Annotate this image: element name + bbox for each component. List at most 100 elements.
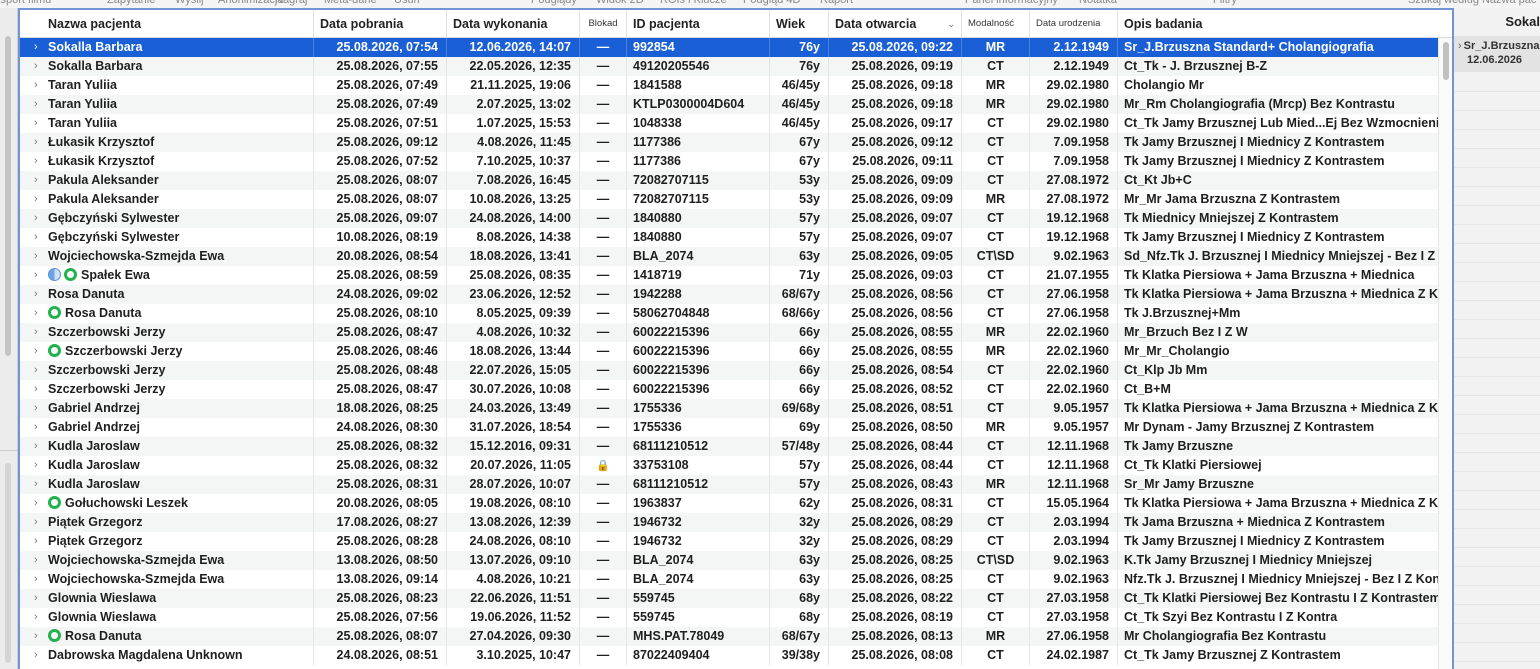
cell-patient-id: 1963837 xyxy=(627,494,770,513)
cell-patient-name: Gębczyński Sylwester xyxy=(20,228,314,247)
cell-opened-date: 25.08.2026, 09:22 xyxy=(829,38,962,57)
table-row[interactable]: › Gębczyński Sylwester 25.08.2026, 09:07 24… xyxy=(20,209,1438,228)
toolbar-item[interactable]: Raport xyxy=(820,0,853,6)
cell-performed-date: 7.08.2026, 16:45 xyxy=(447,171,580,190)
cell-patient-id: 72082707115 xyxy=(627,171,770,190)
cell-performed-date: 28.07.2026, 10:07 xyxy=(447,475,580,494)
toolbar-item[interactable]: Szukaj według Nazwa pac xyxy=(1408,0,1536,6)
toolbar-item[interactable]: Nagraj xyxy=(275,0,307,6)
toolbar-item[interactable]: Podglądy xyxy=(531,0,577,6)
table-row[interactable]: › Rosa Danuta 25.08.2026, 08:10 8.05.2025, … xyxy=(20,304,1438,323)
cell-birth-date: 27.03.1958 xyxy=(1030,608,1118,627)
toolbar-item[interactable]: Widok 2D xyxy=(596,0,644,6)
column-header-patient-id[interactable]: ID pacjenta xyxy=(627,10,770,38)
table-row[interactable]: › Kudla Jaroslaw 25.08.2026, 08:32 20.07.20… xyxy=(20,456,1438,475)
toolbar-item[interactable]: Notatka xyxy=(1079,0,1117,6)
table-row[interactable]: › Taran Yuliia 25.08.2026, 07:49 21.11.2025… xyxy=(20,76,1438,95)
divider xyxy=(1454,585,1540,586)
toolbar-item[interactable]: Panel informacyjny xyxy=(965,0,1058,6)
cell-opened-date: 25.08.2026, 09:07 xyxy=(829,228,962,247)
toolbar-item[interactable]: Podgląd 4D xyxy=(743,0,801,6)
lock-icon[interactable]: 🔒 xyxy=(596,460,610,472)
column-header-acquired[interactable]: Data pobrania xyxy=(314,10,447,38)
cell-age: 76y xyxy=(770,38,829,57)
column-header-modality[interactable]: Modalność xyxy=(962,10,1030,38)
toolbar-item[interactable]: Wyślij xyxy=(175,0,204,6)
cell-modality: CT xyxy=(962,133,1030,152)
column-header-age[interactable]: Wiek xyxy=(770,10,829,38)
scrollbar-thumb[interactable] xyxy=(1443,42,1449,80)
table-row[interactable]: › Łukasik Krzysztof 25.08.2026, 07:52 7.10.… xyxy=(20,152,1438,171)
table-row[interactable]: › Wojciechowska-Szmejda Ewa 13.08.2026, 09… xyxy=(20,570,1438,589)
column-header-birth[interactable]: Data urodzenia xyxy=(1030,10,1118,38)
toolbar-item[interactable]: Zapytanie xyxy=(107,0,155,6)
table-row[interactable]: › Rosa Danuta 24.08.2026, 09:02 23.06.2026,… xyxy=(20,285,1438,304)
cell-description: Ct_Klp Jb Mm xyxy=(1124,363,1208,377)
toolbar-item[interactable]: Filtry xyxy=(1213,0,1237,6)
column-header-description[interactable]: Opis badania xyxy=(1118,10,1438,38)
table-row[interactable]: › Taran Yuliia 25.08.2026, 07:51 1.07.2025,… xyxy=(20,114,1438,133)
table-row[interactable]: › Kudla Jaroslaw 25.08.2026, 08:32 15.12.20… xyxy=(20,437,1438,456)
table-row[interactable]: › Pakula Aleksander 25.08.2026, 08:07 7.08.… xyxy=(20,171,1438,190)
cell-locked: — xyxy=(580,133,627,152)
table-row[interactable]: › Łukasik Krzysztof 25.08.2026, 09:12 4.08.… xyxy=(20,133,1438,152)
table-row[interactable]: › Szczerbowski Jerzy 25.08.2026, 08:47 4.08… xyxy=(20,323,1438,342)
cell-patient-id: 68111210512 xyxy=(627,437,770,456)
toolbar-item[interactable]: Usuń xyxy=(394,0,420,6)
table-row[interactable]: › Taran Yuliia 25.08.2026, 07:49 2.07.2025,… xyxy=(20,95,1438,114)
column-header-name[interactable]: Nazwa pacjenta xyxy=(20,10,314,38)
divider xyxy=(1454,338,1540,339)
table-row[interactable]: › Gębczyński Sylwester 10.08.2026, 08:19 8.… xyxy=(20,228,1438,247)
toolbar-item[interactable]: ksport filmu xyxy=(0,0,51,6)
table-scrollbar[interactable] xyxy=(1438,38,1452,669)
column-header-performed[interactable]: Data wykonania xyxy=(447,10,580,38)
table-row[interactable]: › Szczerbowski Jerzy 25.08.2026, 08:48 22.0… xyxy=(20,361,1438,380)
cell-locked: — xyxy=(580,171,627,190)
cell-acquired-date: 25.08.2026, 08:07 xyxy=(314,627,447,646)
cell-performed-date: 19.06.2026, 11:52 xyxy=(447,608,580,627)
cell-opened-date: 25.08.2026, 08:56 xyxy=(829,285,962,304)
table-row[interactable]: › Szczerbowski Jerzy 25.08.2026, 08:46 18.0… xyxy=(20,342,1438,361)
table-row[interactable]: › Wojciechowska-Szmejda Ewa 13.08.2026, 08… xyxy=(20,551,1438,570)
cell-description: Mr_Mr Jama Brzuszna Z Kontrastem xyxy=(1124,192,1341,206)
toolbar-item[interactable]: Meta-dane xyxy=(324,0,377,6)
sidebar-scrollbar-lower[interactable] xyxy=(5,463,11,663)
cell-acquired-date: 20.08.2026, 08:05 xyxy=(314,494,447,513)
cell-description: Mr Cholangiografia Bez Kontrastu xyxy=(1124,629,1327,643)
table-row[interactable]: › Wojciechowska-Szmejda Ewa 20.08.2026, 08… xyxy=(20,247,1438,266)
table-row[interactable]: › Rosa Danuta 25.08.2026, 08:07 27.04.2026,… xyxy=(20,627,1438,646)
cell-performed-date: 27.04.2026, 09:30 xyxy=(447,627,580,646)
table-row[interactable]: › Dabrowska Magdalena Unknown 24.08.2026, … xyxy=(20,646,1438,665)
cell-birth-date: 2.12.1949 xyxy=(1030,57,1118,76)
divider xyxy=(1454,566,1540,567)
patient-name-text: Taran Yuliia xyxy=(48,97,118,111)
table-row[interactable]: › Gabriel Andrzej 24.08.2026, 08:30 31.07.2… xyxy=(20,418,1438,437)
cell-performed-date: 19.08.2026, 08:10 xyxy=(447,494,580,513)
cell-locked: — xyxy=(580,247,627,266)
table-row[interactable]: › Glownia Wieslawa 25.08.2026, 07:56 19.06.… xyxy=(20,608,1438,627)
cell-performed-date: 24.03.2026, 13:49 xyxy=(447,399,580,418)
table-row[interactable]: › Pakula Aleksander 25.08.2026, 08:07 10.08… xyxy=(20,190,1438,209)
column-header-locked[interactable]: Blokad xyxy=(580,10,627,38)
cell-performed-date: 4.08.2026, 10:21 xyxy=(447,570,580,589)
preview-list-item[interactable]: › Sr_J.Brzuszna 12.06.2026 xyxy=(1454,36,1540,72)
table-row[interactable]: › Gabriel Andrzej 18.08.2026, 08:25 24.03.2… xyxy=(20,399,1438,418)
table-row[interactable]: › Szczerbowski Jerzy 25.08.2026, 08:47 30.0… xyxy=(20,380,1438,399)
table-row[interactable]: › Gołuchowski Leszek 20.08.2026, 08:05 19.0… xyxy=(20,494,1438,513)
table-row[interactable]: › Kudla Jaroslaw 25.08.2026, 08:31 28.07.20… xyxy=(20,475,1438,494)
cell-patient-name: Sokalla Barbara xyxy=(20,38,314,57)
toolbar-item[interactable]: ROIs i Klucze xyxy=(660,0,727,6)
sidebar-scrollbar[interactable] xyxy=(5,36,11,356)
table-row[interactable]: › Spałek Ewa 25.08.2026, 08:59 25.08.2026, … xyxy=(20,266,1438,285)
cell-locked: — xyxy=(580,551,627,570)
table-row[interactable]: › Sokalla Barbara 25.08.2026, 07:55 22.05.2… xyxy=(20,57,1438,76)
cell-modality: CT\SD xyxy=(962,247,1030,266)
table-row[interactable]: › Piątek Grzegorz 17.08.2026, 08:27 13.08.2… xyxy=(20,513,1438,532)
toolbar-item[interactable]: Anonimizacja xyxy=(218,0,283,6)
table-row[interactable]: › Piątek Grzegorz 25.08.2026, 08:28 24.08.2… xyxy=(20,532,1438,551)
table-row[interactable]: › Sokalla Barbara 25.08.2026, 07:54 12.06.2… xyxy=(20,38,1438,57)
cell-opened-date: 25.08.2026, 09:09 xyxy=(829,190,962,209)
cell-description: Nfz.Tk J. Brzusznej I Miednicy Mniejszej… xyxy=(1124,572,1438,586)
table-row[interactable]: › Glownia Wieslawa 25.08.2026, 08:23 22.06.… xyxy=(20,589,1438,608)
column-header-opened[interactable]: Data otwarcia ⌄ xyxy=(829,10,962,38)
